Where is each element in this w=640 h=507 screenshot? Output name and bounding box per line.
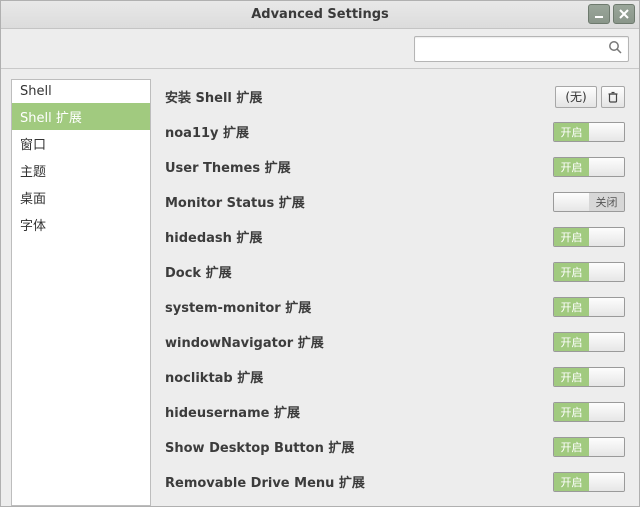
toolbar (1, 29, 639, 69)
toggle-knob (589, 473, 624, 491)
toggle-knob (589, 123, 624, 141)
window-controls (588, 4, 635, 24)
extension-row: system-monitor 扩展开启 (165, 289, 625, 324)
sidebar-item[interactable]: 主题 (12, 157, 150, 184)
extension-toggle[interactable]: 开启 (553, 437, 625, 457)
toggle-on-label: 开启 (554, 403, 589, 421)
window: Advanced Settings ShellShell 扩展窗口主题桌面字体 … (0, 0, 640, 507)
extension-row: Removable Drive Menu 扩展开启 (165, 464, 625, 499)
toggle-knob (589, 333, 624, 351)
extension-row: Monitor Status 扩展 关闭 (165, 184, 625, 219)
extension-row: nocliktab 扩展开启 (165, 359, 625, 394)
extension-row: hidedash 扩展开启 (165, 219, 625, 254)
toggle-knob (589, 403, 624, 421)
toggle-knob (589, 298, 624, 316)
close-icon (619, 9, 629, 19)
toggle-on-label: 开启 (554, 473, 589, 491)
window-title: Advanced Settings (1, 7, 639, 22)
extension-label: hideusername 扩展 (165, 402, 553, 421)
extension-control: 关闭 (553, 192, 625, 212)
install-extension-combo[interactable]: (无) (555, 86, 597, 108)
install-extension-row: 安装 Shell 扩展 (无) (165, 79, 625, 114)
extension-row: hideusername 扩展开启 (165, 394, 625, 429)
titlebar: Advanced Settings (1, 1, 639, 29)
extension-toggle[interactable]: 开启 (553, 297, 625, 317)
extension-row: windowNavigator 扩展开启 (165, 324, 625, 359)
extension-label: Show Desktop Button 扩展 (165, 437, 553, 456)
toggle-knob (589, 438, 624, 456)
extension-label: Dock 扩展 (165, 262, 553, 281)
extension-row: Show Desktop Button 扩展开启 (165, 429, 625, 464)
extension-control: 开启 (553, 227, 625, 247)
extension-toggle[interactable]: 开启 (553, 367, 625, 387)
search-input[interactable] (421, 41, 608, 56)
sidebar-item[interactable]: 窗口 (12, 130, 150, 157)
toggle-on-label: 开启 (554, 438, 589, 456)
toggle-knob (589, 263, 624, 281)
extension-control: 开启 (553, 262, 625, 282)
extension-toggle[interactable]: 关闭 (553, 192, 625, 212)
minimize-button[interactable] (588, 4, 610, 24)
toggle-on-label: 开启 (554, 228, 589, 246)
extension-label: windowNavigator 扩展 (165, 332, 553, 351)
toggle-knob (554, 193, 589, 211)
extension-label: nocliktab 扩展 (165, 367, 553, 386)
extension-control: 开启 (553, 297, 625, 317)
sidebar-item[interactable]: 字体 (12, 211, 150, 238)
extension-control: 开启 (553, 332, 625, 352)
extension-control: 开启 (553, 157, 625, 177)
sidebar-item[interactable]: Shell 扩展 (12, 103, 150, 130)
toggle-knob (589, 368, 624, 386)
combo-value: (无) (565, 88, 586, 105)
extension-row: Dock 扩展开启 (165, 254, 625, 289)
toggle-on-label: 开启 (554, 263, 589, 281)
extension-toggle[interactable]: 开启 (553, 472, 625, 492)
toggle-on-label: 开启 (554, 158, 589, 176)
toggle-knob (589, 228, 624, 246)
extension-label: User Themes 扩展 (165, 157, 553, 176)
extension-row: noa11y 扩展开启 (165, 114, 625, 149)
toggle-on-label: 开启 (554, 368, 589, 386)
install-extension-label: 安装 Shell 扩展 (165, 87, 555, 106)
trash-icon (607, 91, 619, 103)
install-extension-control: (无) (555, 86, 625, 108)
extension-label: noa11y 扩展 (165, 122, 553, 141)
close-button[interactable] (613, 4, 635, 24)
extension-label: Removable Drive Menu 扩展 (165, 472, 553, 491)
main-panel: 安装 Shell 扩展 (无) noa11y 扩展开启User Themes 扩… (165, 79, 629, 506)
toggle-on-label: 开启 (554, 333, 589, 351)
extension-control: 开启 (553, 437, 625, 457)
extension-toggle[interactable]: 开启 (553, 332, 625, 352)
toggle-on-label: 开启 (554, 123, 589, 141)
extension-control: 开启 (553, 402, 625, 422)
toggle-knob (589, 158, 624, 176)
sidebar: ShellShell 扩展窗口主题桌面字体 (11, 79, 151, 506)
extension-toggle[interactable]: 开启 (553, 157, 625, 177)
install-extension-remove-button[interactable] (601, 86, 625, 108)
extension-toggle[interactable]: 开启 (553, 402, 625, 422)
extension-label: Monitor Status 扩展 (165, 192, 553, 211)
extension-control: 开启 (553, 122, 625, 142)
extension-toggle[interactable]: 开启 (553, 262, 625, 282)
extension-label: hidedash 扩展 (165, 227, 553, 246)
extension-toggle[interactable]: 开启 (553, 227, 625, 247)
toggle-off-label: 关闭 (589, 193, 624, 211)
toggle-on-label: 开启 (554, 298, 589, 316)
extension-control: 开启 (553, 367, 625, 387)
content-area: ShellShell 扩展窗口主题桌面字体 安装 Shell 扩展 (无) (1, 69, 639, 506)
extension-label: system-monitor 扩展 (165, 297, 553, 316)
search-icon (608, 40, 622, 58)
extension-toggle[interactable]: 开启 (553, 122, 625, 142)
minimize-icon (594, 9, 604, 19)
search-field[interactable] (414, 36, 629, 62)
extension-row: User Themes 扩展开启 (165, 149, 625, 184)
sidebar-item[interactable]: 桌面 (12, 184, 150, 211)
extension-control: 开启 (553, 472, 625, 492)
sidebar-item[interactable]: Shell (12, 80, 150, 103)
